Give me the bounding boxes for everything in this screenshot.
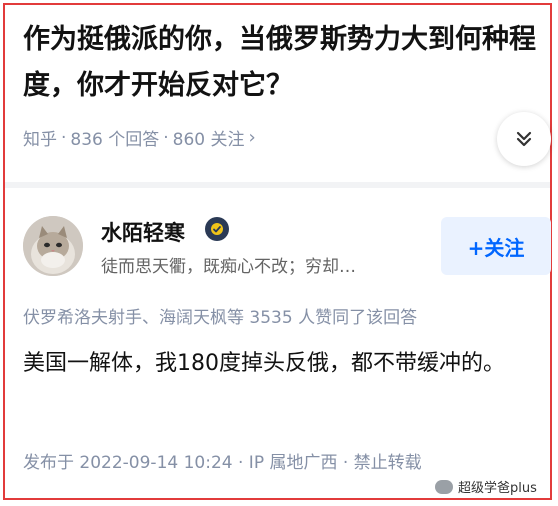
avatar[interactable] [23,216,83,276]
double-chevron-down-icon [516,131,532,147]
voters-line[interactable]: 伏罗希洛夫射手、海阔天枫等 3535 人赞同了该回答 [23,303,417,328]
source-label: 知乎 [23,130,57,150]
verified-badge-icon [205,217,229,241]
question-meta[interactable]: 知乎 · 836 个回答 · 860 关注 › [23,125,256,150]
cat-avatar-image [23,216,83,276]
watermark: 超级学爸plus [435,477,537,496]
follow-button[interactable]: +关注 [441,217,551,275]
wechat-icon [435,479,453,494]
collapse-button[interactable] [497,112,551,166]
author-bio: 徒而思天衢，既痴心不改；穷却… [101,257,356,277]
section-divider [5,182,550,188]
follower-count: 860 关注 [172,130,245,150]
publish-info: 发布于 2022-09-14 10:24 · IP 属地广西 · 禁止转载 [23,453,422,473]
answer-body: 美国一解体，我180度掉头反俄，都不带缓冲的。 [23,351,505,376]
chevron-right-icon: › [248,127,256,148]
question-title[interactable]: 作为挺俄派的你，当俄罗斯势力大到何种程度，你才开始反对它？ [23,17,543,109]
answer-count: 836 个回答 [70,130,160,150]
watermark-text: 超级学爸plus [458,481,537,496]
answer-card: 作为挺俄派的你，当俄罗斯势力大到何种程度，你才开始反对它？ 知乎 · 836 个… [3,3,552,500]
author-name[interactable]: 水陌轻寒 [101,217,185,247]
